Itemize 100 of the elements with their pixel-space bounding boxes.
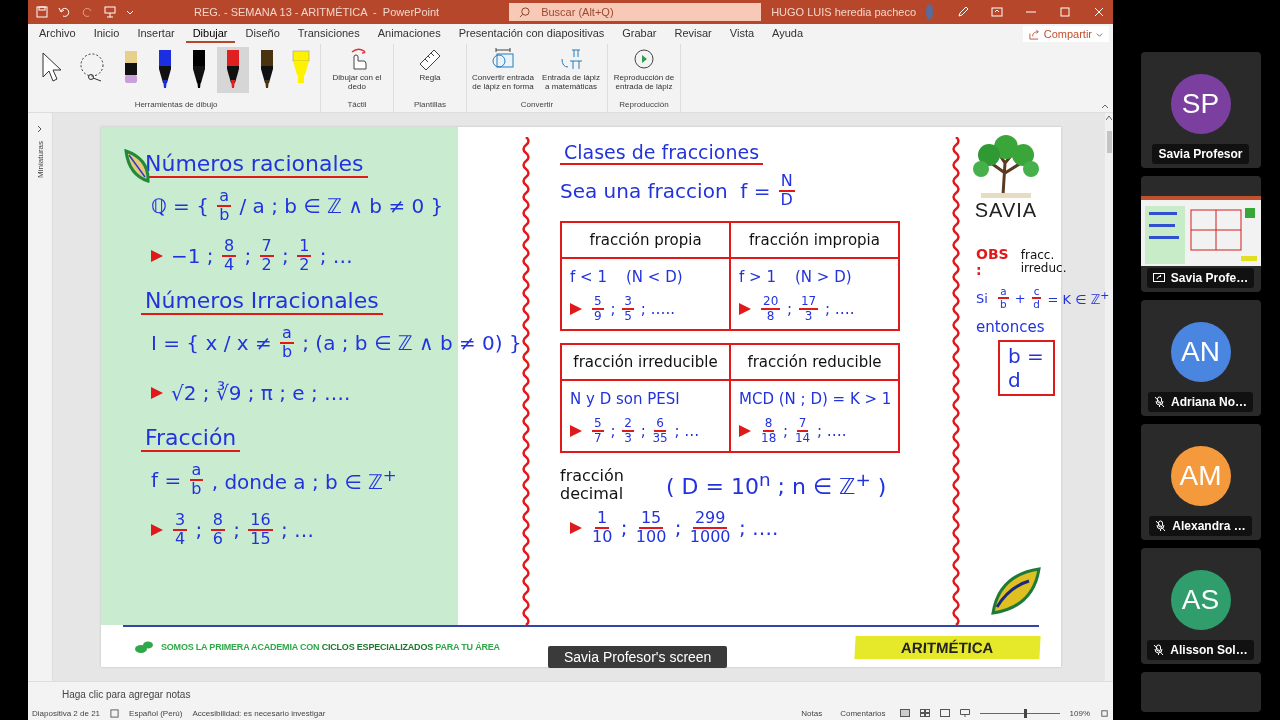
table-header: fracción impropia: [731, 223, 898, 259]
participant-name: Adriana No…: [1171, 395, 1247, 409]
undo-icon[interactable]: [58, 6, 72, 18]
ribbon-button[interactable]: Reproducción de entrada de lápiz: [611, 47, 677, 91]
triangle-bullet-icon: [570, 522, 582, 535]
ribbon-button[interactable]: Entrada de lápiz a matemáticas: [538, 47, 604, 91]
handwritten-heading: Fracción: [141, 425, 241, 452]
slogan-text: SOMOS LA PRIMERA ACADEMIA CON CICLOS ESPECIALIZADOS PARA TU ÁREA: [161, 642, 500, 652]
spellcheck-icon[interactable]: [110, 708, 120, 718]
ribbon-tab[interactable]: Presentación con diapositivas: [451, 25, 612, 43]
leaf-icon: [135, 640, 153, 654]
triangle-bullet-icon: [570, 425, 582, 437]
scrollbar-thumb[interactable]: [1106, 131, 1112, 153]
slide-counter: Diapositiva 2 de 21: [32, 708, 101, 718]
handwritten-label: fracción decimal: [560, 467, 625, 503]
ribbon-tab[interactable]: Dibujar: [185, 25, 235, 43]
reading-view-icon[interactable]: [939, 709, 950, 717]
triangle-bullet-icon: [739, 303, 751, 315]
participant-tile[interactable]: SP Savia Profesor: [1140, 52, 1261, 168]
caret-icon: [1096, 30, 1103, 38]
shapes-icon: [490, 47, 516, 71]
slideshow-icon[interactable]: [959, 709, 970, 717]
ribbon-tab[interactable]: Diseño: [238, 25, 287, 43]
ribbon-tab[interactable]: Vista: [722, 25, 762, 43]
lasso-select-icon[interactable]: [77, 51, 107, 83]
maximize-icon[interactable]: [1059, 6, 1071, 18]
handwritten-heading: Números Irracionales: [141, 288, 383, 315]
accessibility-status[interactable]: Accesibilidad: es necesario investigar: [192, 708, 326, 718]
ribbon-tab[interactable]: Transiciones: [290, 25, 367, 43]
collapse-ribbon-icon[interactable]: [1101, 102, 1109, 110]
triangle-bullet-icon: [739, 425, 751, 437]
share-icon: [1028, 28, 1040, 40]
course-banner: ARITMÉTICA: [853, 635, 1040, 659]
comments-button[interactable]: Comentarios: [836, 708, 890, 718]
group-label: Reproducción: [618, 100, 670, 111]
window-title: REG. - SEMANA 13 - ARITMÉTICA - PowerPoint: [194, 6, 440, 18]
fit-slide-icon[interactable]: [1100, 708, 1109, 718]
triangle-bullet-icon: [151, 387, 163, 399]
ribbon-button[interactable]: Regla: [397, 47, 463, 82]
ribbon-tab[interactable]: Grabar: [615, 25, 664, 43]
triangle-bullet-icon: [570, 303, 582, 315]
slide-sorter-icon[interactable]: [919, 709, 930, 717]
group-label: Plantillas: [413, 100, 447, 111]
participant-tile[interactable]: [1140, 672, 1261, 712]
participant-name: Savia Profe…: [1170, 271, 1249, 285]
zoom-level[interactable]: 109%: [1069, 708, 1090, 718]
logo-text: SAVIA: [974, 199, 1038, 222]
ribbon-tab[interactable]: Revisar: [667, 25, 719, 43]
search-field[interactable]: Buscar (Alt+Q): [509, 3, 762, 21]
ribbon-button[interactable]: Dibujar con el dedo: [324, 47, 390, 91]
participant-tile[interactable]: AN Adriana No…: [1140, 300, 1261, 416]
handwritten-formula: ( D = 10$^{n}$ ; n ∈ ℤ$^{+}$ ): [666, 469, 887, 500]
ribbon-tab[interactable]: Inicio: [86, 25, 127, 43]
handwritten-formula: N y D son PESI: [570, 390, 680, 408]
presentation-icon[interactable]: [104, 6, 116, 18]
handwritten-label: OBS :: [976, 246, 1010, 278]
search-icon: [519, 7, 531, 18]
handwritten-formula: f < 1 (N < D): [570, 268, 683, 286]
participant-tile[interactable]: AM Alexandra …: [1140, 424, 1261, 540]
leaf-icon: [989, 567, 1041, 617]
pen-icon[interactable]: [957, 6, 969, 18]
handwritten-heading: Clases de fracciones: [560, 141, 764, 165]
close-icon[interactable]: [1093, 6, 1105, 18]
ribbon-tab[interactable]: Archivo: [32, 25, 83, 43]
caret-icon[interactable]: [126, 8, 134, 16]
group-label: Herramientas de dibujo: [133, 100, 219, 111]
normal-view-icon[interactable]: [899, 709, 910, 717]
notes-button[interactable]: Notas: [797, 708, 827, 718]
participant-name: Alexandra …: [1172, 519, 1246, 533]
handwritten-note: fracc. irreduc.: [1020, 248, 1068, 276]
handwritten-formula: √2 ; ∛9 ; π ; e ; ….: [171, 381, 351, 405]
user-name[interactable]: HUGO LUIS heredia pacheco: [771, 6, 917, 18]
screen-share-icon: [1152, 273, 1165, 283]
triangle-bullet-icon: [151, 250, 163, 262]
participant-tile[interactable]: AS Alisson Sol…: [1140, 548, 1261, 664]
ribbon-display-icon[interactable]: [991, 6, 1003, 18]
avatar: AS: [1170, 570, 1231, 630]
participant-name: Alisson Sol…: [1170, 643, 1248, 657]
ribbon-button[interactable]: Convertir entrada de lápiz en forma: [470, 47, 536, 91]
ribbon-tab[interactable]: Animaciones: [370, 25, 448, 43]
group-label: Táctil: [346, 100, 368, 111]
ribbon-tab[interactable]: Ayuda: [765, 25, 811, 43]
avatar: SP: [1170, 74, 1231, 134]
ribbon-tab[interactable]: Insertar: [130, 25, 182, 43]
handwritten-formula: f > 1 (N > D): [739, 268, 852, 286]
expand-icon[interactable]: [37, 125, 43, 133]
select-cursor-icon[interactable]: [41, 51, 63, 83]
thumbnails-pane-label[interactable]: Miniaturas: [35, 141, 45, 178]
table-header: fracción irreducible: [562, 345, 729, 381]
save-icon[interactable]: [36, 6, 48, 18]
language-indicator[interactable]: Español (Perú): [129, 708, 183, 718]
participant-tile[interactable]: Savia Profe…: [1140, 176, 1261, 292]
boxed-result: b = d: [998, 340, 1055, 396]
table-header: fracción propia: [562, 223, 729, 259]
scroll-up-icon[interactable]: [1106, 115, 1112, 121]
pen-tool[interactable]: [217, 47, 249, 93]
avatar: AM: [1170, 446, 1231, 506]
triangle-bullet-icon: [151, 524, 163, 536]
handwritten-label: entonces: [976, 318, 1045, 336]
share-button[interactable]: Compartir: [1022, 26, 1109, 42]
